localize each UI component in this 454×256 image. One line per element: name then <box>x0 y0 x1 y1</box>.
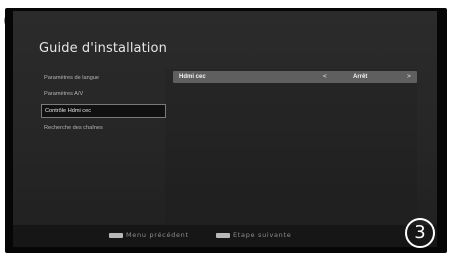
remote-key-icon <box>216 232 230 238</box>
next-step-hint[interactable]: Etape suivante <box>216 231 291 239</box>
option-label: Hdmi cec <box>179 74 206 80</box>
content-panel <box>165 69 417 225</box>
footer-bar: Menu précédent Etape suivante <box>13 225 437 247</box>
menu-item-channel-search[interactable]: Recherche des chaînes <box>41 121 166 136</box>
menu-item-language[interactable]: Paramètres de langue <box>41 71 166 86</box>
hdmi-cec-option-row[interactable]: Hdmi cec < Arrêt > <box>173 71 417 83</box>
previous-menu-label: Menu précédent <box>126 231 189 239</box>
step-number-badge: 3 <box>405 218 435 248</box>
chevron-right-icon[interactable]: > <box>407 71 411 83</box>
chevron-left-icon[interactable]: < <box>323 71 327 83</box>
tv-screen: Guide d'installation Paramètres de langu… <box>13 11 437 247</box>
remote-key-icon <box>109 232 123 238</box>
option-value: Arrêt <box>353 74 368 80</box>
page-title: Guide d'installation <box>39 41 167 56</box>
menu-item-hdmi-cec[interactable]: Contrôle Hdmi cec <box>41 103 166 118</box>
setup-menu: Paramètres de langue Paramètres A/V Cont… <box>41 71 166 136</box>
menu-item-av[interactable]: Paramètres A/V <box>41 87 166 102</box>
next-step-label: Etape suivante <box>233 231 292 239</box>
previous-menu-hint[interactable]: Menu précédent <box>109 231 189 239</box>
